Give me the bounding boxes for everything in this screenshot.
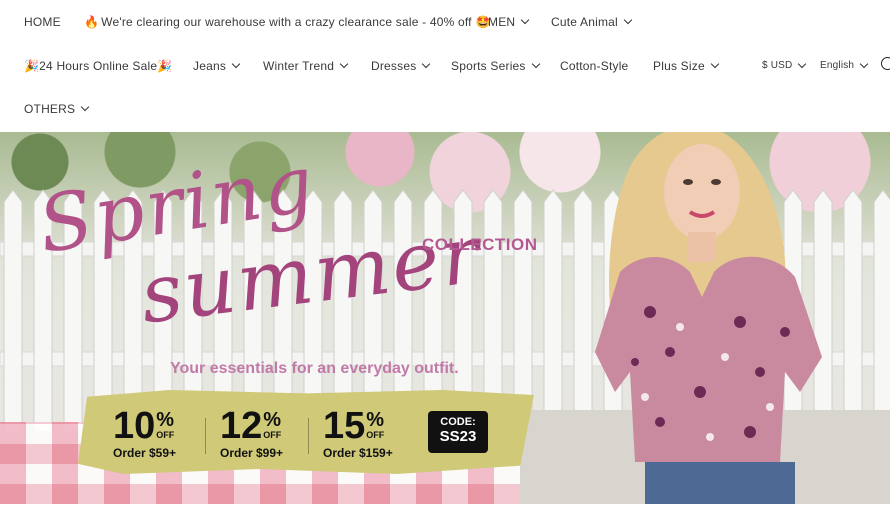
off-label: OFF bbox=[366, 430, 385, 440]
nav-cotton-style[interactable]: Cotton-Style bbox=[560, 59, 628, 73]
search-icon[interactable] bbox=[881, 57, 890, 70]
offer-10: 10% OFF Order $59+ bbox=[113, 407, 176, 460]
nav-plus-size-label: Plus Size bbox=[653, 59, 705, 73]
chevron-down-icon bbox=[859, 59, 869, 68]
percent-sign: % bbox=[156, 409, 175, 431]
nav-winter-trend[interactable]: Winter Trend bbox=[263, 59, 349, 73]
nav-men[interactable]: MEN bbox=[488, 15, 530, 29]
nav-sports-series-label: Sports Series bbox=[451, 59, 526, 73]
currency-label: $ USD bbox=[762, 60, 793, 71]
offer-percent: 12 bbox=[220, 405, 263, 447]
currency-selector[interactable]: $ USD bbox=[762, 59, 807, 71]
offer-order-threshold: Order $59+ bbox=[113, 446, 177, 460]
nav-sports-series[interactable]: Sports Series bbox=[451, 59, 540, 73]
nav-men-label: MEN bbox=[488, 15, 516, 29]
nav-cute-animal-label: Cute Animal bbox=[551, 15, 618, 29]
nav-home[interactable]: HOME bbox=[24, 15, 61, 29]
chevron-down-icon bbox=[231, 59, 241, 69]
language-selector[interactable]: English bbox=[820, 59, 869, 71]
nav-cotton-style-label: Cotton-Style bbox=[560, 59, 629, 73]
model-photo bbox=[595, 132, 822, 504]
chevron-down-icon bbox=[798, 59, 807, 68]
language-label: English bbox=[820, 60, 855, 71]
percent-sign: % bbox=[366, 409, 385, 431]
nav-dresses-label: Dresses bbox=[371, 59, 417, 73]
top-navigation: HOME 🔥 We're clearing our warehouse with… bbox=[0, 0, 890, 132]
nav-winter-trend-label: Winter Trend bbox=[263, 59, 335, 73]
chevron-down-icon bbox=[623, 15, 633, 25]
page-below-banner bbox=[0, 504, 890, 530]
fire-icon: 🔥 bbox=[84, 15, 100, 29]
hero-banner[interactable]: Spring summer COLLECTION Your essentials… bbox=[0, 132, 890, 504]
off-label: OFF bbox=[263, 430, 282, 440]
off-label: OFF bbox=[156, 430, 175, 440]
offer-percent: 15 bbox=[323, 405, 366, 447]
offer-12: 12% OFF Order $99+ bbox=[220, 407, 283, 460]
promo-code-badge[interactable]: CODE: SS23 bbox=[428, 411, 488, 453]
nav-cute-animal[interactable]: Cute Animal bbox=[551, 15, 633, 29]
offer-divider bbox=[308, 418, 309, 454]
chevron-down-icon bbox=[710, 59, 720, 69]
nav-others-label: OTHERS bbox=[24, 102, 76, 116]
nav-dresses[interactable]: Dresses bbox=[371, 59, 431, 73]
chevron-down-icon bbox=[521, 15, 530, 25]
chevron-down-icon bbox=[339, 59, 349, 69]
chevron-down-icon bbox=[531, 59, 540, 69]
offer-order-threshold: Order $159+ bbox=[323, 446, 393, 460]
offer-order-threshold: Order $99+ bbox=[220, 446, 284, 460]
chevron-down-icon bbox=[422, 59, 431, 69]
party-popper-icon: 🎉 bbox=[157, 59, 173, 73]
offer-divider bbox=[205, 418, 206, 454]
party-popper-icon: 🎉 bbox=[24, 59, 40, 73]
nav-online-sale[interactable]: 🎉 24 Hours Online Sale 🎉 bbox=[24, 59, 172, 73]
code-value: SS23 bbox=[439, 428, 477, 445]
nav-jeans-label: Jeans bbox=[193, 59, 227, 73]
offer-percent: 10 bbox=[113, 405, 156, 447]
offer-15: 15% OFF Order $159+ bbox=[323, 407, 393, 460]
nav-others[interactable]: OTHERS bbox=[24, 102, 90, 116]
announcement-text: We're clearing our warehouse with a craz… bbox=[101, 15, 472, 29]
nav-plus-size[interactable]: Plus Size bbox=[653, 59, 720, 73]
percent-sign: % bbox=[263, 409, 282, 431]
nav-online-sale-label: 24 Hours Online Sale bbox=[39, 59, 158, 73]
hero-tagline: Your essentials for an everyday outfit. bbox=[170, 360, 459, 377]
collection-label: COLLECTION bbox=[422, 235, 538, 254]
nav-jeans[interactable]: Jeans bbox=[193, 59, 241, 73]
announcement-bar[interactable]: 🔥 We're clearing our warehouse with a cr… bbox=[84, 15, 491, 29]
chevron-down-icon bbox=[80, 102, 90, 112]
code-label: CODE: bbox=[440, 416, 476, 428]
nav-home-label: HOME bbox=[24, 15, 61, 29]
